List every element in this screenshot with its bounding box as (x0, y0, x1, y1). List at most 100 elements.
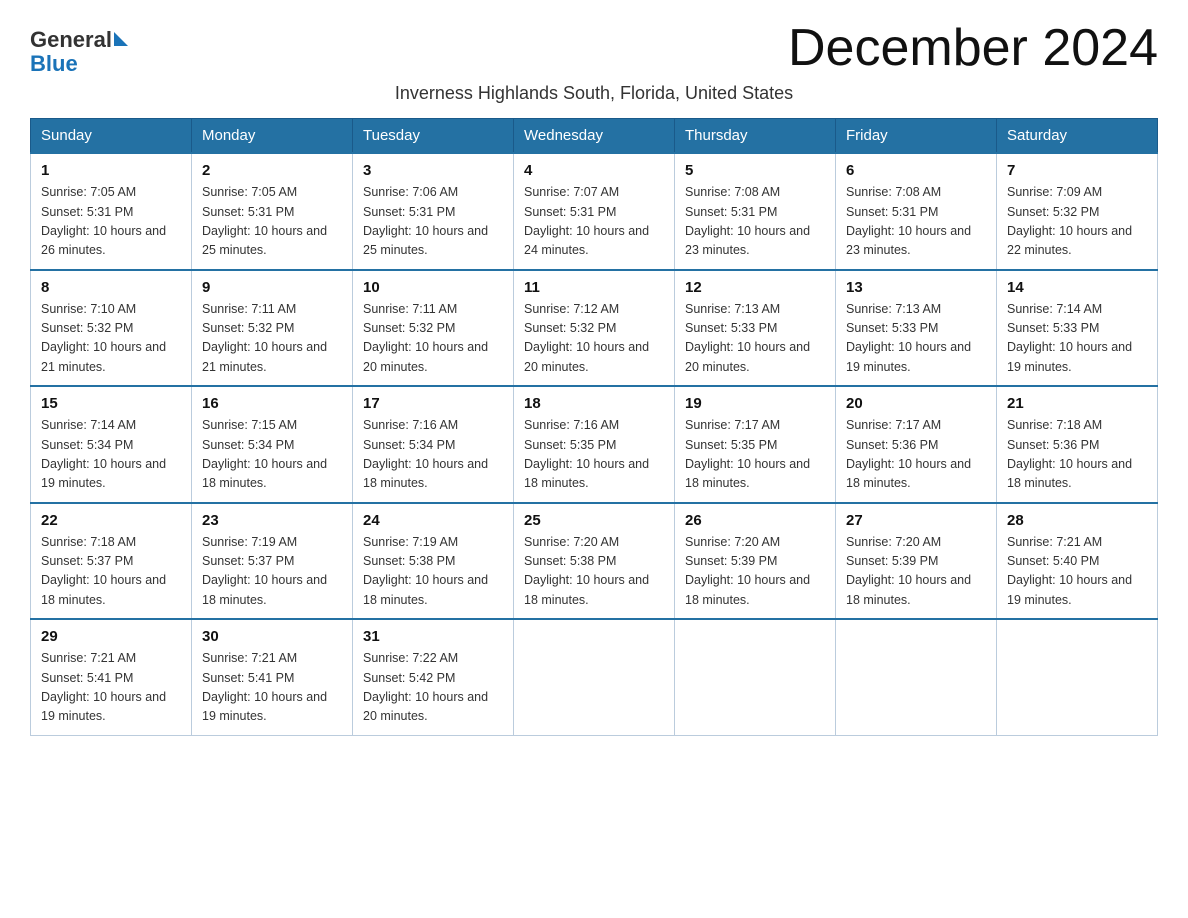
column-header-wednesday: Wednesday (514, 119, 675, 154)
day-info: Sunrise: 7:16 AMSunset: 5:34 PMDaylight:… (363, 416, 503, 494)
day-info: Sunrise: 7:19 AMSunset: 5:38 PMDaylight:… (363, 533, 503, 611)
day-info: Sunrise: 7:05 AMSunset: 5:31 PMDaylight:… (202, 183, 342, 261)
day-info: Sunrise: 7:08 AMSunset: 5:31 PMDaylight:… (685, 183, 825, 261)
day-number: 4 (524, 162, 664, 179)
day-number: 28 (1007, 512, 1147, 529)
calendar-cell: 29 Sunrise: 7:21 AMSunset: 5:41 PMDayligh… (31, 619, 192, 735)
day-info: Sunrise: 7:22 AMSunset: 5:42 PMDaylight:… (363, 649, 503, 727)
day-info: Sunrise: 7:16 AMSunset: 5:35 PMDaylight:… (524, 416, 664, 494)
day-info: Sunrise: 7:05 AMSunset: 5:31 PMDaylight:… (41, 183, 181, 261)
day-info: Sunrise: 7:10 AMSunset: 5:32 PMDaylight:… (41, 300, 181, 378)
calendar-cell: 23 Sunrise: 7:19 AMSunset: 5:37 PMDayligh… (192, 503, 353, 620)
logo-general-text: General (30, 28, 112, 52)
day-number: 30 (202, 628, 342, 645)
day-info: Sunrise: 7:14 AMSunset: 5:34 PMDaylight:… (41, 416, 181, 494)
week-row-3: 15 Sunrise: 7:14 AMSunset: 5:34 PMDayligh… (31, 386, 1158, 503)
day-info: Sunrise: 7:20 AMSunset: 5:39 PMDaylight:… (846, 533, 986, 611)
day-info: Sunrise: 7:06 AMSunset: 5:31 PMDaylight:… (363, 183, 503, 261)
day-number: 25 (524, 512, 664, 529)
day-info: Sunrise: 7:21 AMSunset: 5:40 PMDaylight:… (1007, 533, 1147, 611)
calendar-cell: 6 Sunrise: 7:08 AMSunset: 5:31 PMDaylight… (836, 153, 997, 270)
day-info: Sunrise: 7:08 AMSunset: 5:31 PMDaylight:… (846, 183, 986, 261)
day-number: 18 (524, 395, 664, 412)
week-row-2: 8 Sunrise: 7:10 AMSunset: 5:32 PMDaylight… (31, 270, 1158, 387)
calendar-cell: 10 Sunrise: 7:11 AMSunset: 5:32 PMDayligh… (353, 270, 514, 387)
calendar-header-row: SundayMondayTuesdayWednesdayThursdayFrid… (31, 119, 1158, 154)
calendar-cell (836, 619, 997, 735)
day-number: 6 (846, 162, 986, 179)
day-number: 15 (41, 395, 181, 412)
calendar-cell: 31 Sunrise: 7:22 AMSunset: 5:42 PMDayligh… (353, 619, 514, 735)
day-info: Sunrise: 7:18 AMSunset: 5:36 PMDaylight:… (1007, 416, 1147, 494)
week-row-4: 22 Sunrise: 7:18 AMSunset: 5:37 PMDayligh… (31, 503, 1158, 620)
day-number: 3 (363, 162, 503, 179)
day-number: 27 (846, 512, 986, 529)
day-info: Sunrise: 7:15 AMSunset: 5:34 PMDaylight:… (202, 416, 342, 494)
calendar-cell: 28 Sunrise: 7:21 AMSunset: 5:40 PMDayligh… (997, 503, 1158, 620)
logo-blue-text: Blue (30, 52, 128, 76)
day-info: Sunrise: 7:11 AMSunset: 5:32 PMDaylight:… (363, 300, 503, 378)
calendar-cell (514, 619, 675, 735)
calendar-cell (997, 619, 1158, 735)
calendar-cell: 25Sunrise: 7:20 AMSunset: 5:38 PMDayligh… (514, 503, 675, 620)
day-info: Sunrise: 7:13 AMSunset: 5:33 PMDaylight:… (846, 300, 986, 378)
calendar-cell: 4 Sunrise: 7:07 AMSunset: 5:31 PMDaylight… (514, 153, 675, 270)
day-info: Sunrise: 7:19 AMSunset: 5:37 PMDaylight:… (202, 533, 342, 611)
calendar-cell: 13 Sunrise: 7:13 AMSunset: 5:33 PMDayligh… (836, 270, 997, 387)
logo: General Blue (30, 28, 128, 76)
calendar-cell: 17 Sunrise: 7:16 AMSunset: 5:34 PMDayligh… (353, 386, 514, 503)
day-number: 17 (363, 395, 503, 412)
day-info: Sunrise: 7:21 AMSunset: 5:41 PMDaylight:… (41, 649, 181, 727)
calendar-cell: 20Sunrise: 7:17 AMSunset: 5:36 PMDayligh… (836, 386, 997, 503)
day-number: 11 (524, 279, 664, 296)
calendar-table: SundayMondayTuesdayWednesdayThursdayFrid… (30, 118, 1158, 736)
calendar-cell: 16 Sunrise: 7:15 AMSunset: 5:34 PMDayligh… (192, 386, 353, 503)
day-number: 5 (685, 162, 825, 179)
day-number: 21 (1007, 395, 1147, 412)
day-number: 8 (41, 279, 181, 296)
calendar-cell (675, 619, 836, 735)
day-number: 7 (1007, 162, 1147, 179)
calendar-cell: 30 Sunrise: 7:21 AMSunset: 5:41 PMDayligh… (192, 619, 353, 735)
calendar-cell: 21 Sunrise: 7:18 AMSunset: 5:36 PMDayligh… (997, 386, 1158, 503)
calendar-cell: 14 Sunrise: 7:14 AMSunset: 5:33 PMDayligh… (997, 270, 1158, 387)
day-number: 12 (685, 279, 825, 296)
day-info: Sunrise: 7:14 AMSunset: 5:33 PMDaylight:… (1007, 300, 1147, 378)
calendar-cell: 1 Sunrise: 7:05 AMSunset: 5:31 PMDaylight… (31, 153, 192, 270)
day-number: 31 (363, 628, 503, 645)
day-info: Sunrise: 7:12 AMSunset: 5:32 PMDaylight:… (524, 300, 664, 378)
day-number: 1 (41, 162, 181, 179)
day-info: Sunrise: 7:17 AMSunset: 5:35 PMDaylight:… (685, 416, 825, 494)
day-number: 23 (202, 512, 342, 529)
calendar-cell: 12 Sunrise: 7:13 AMSunset: 5:33 PMDayligh… (675, 270, 836, 387)
day-number: 20 (846, 395, 986, 412)
day-number: 10 (363, 279, 503, 296)
day-info: Sunrise: 7:09 AMSunset: 5:32 PMDaylight:… (1007, 183, 1147, 261)
day-number: 22 (41, 512, 181, 529)
day-number: 29 (41, 628, 181, 645)
day-info: Sunrise: 7:11 AMSunset: 5:32 PMDaylight:… (202, 300, 342, 378)
day-info: Sunrise: 7:13 AMSunset: 5:33 PMDaylight:… (685, 300, 825, 378)
day-info: Sunrise: 7:18 AMSunset: 5:37 PMDaylight:… (41, 533, 181, 611)
calendar-cell: 3 Sunrise: 7:06 AMSunset: 5:31 PMDaylight… (353, 153, 514, 270)
day-info: Sunrise: 7:21 AMSunset: 5:41 PMDaylight:… (202, 649, 342, 727)
day-number: 16 (202, 395, 342, 412)
day-info: Sunrise: 7:07 AMSunset: 5:31 PMDaylight:… (524, 183, 664, 261)
calendar-cell: 24 Sunrise: 7:19 AMSunset: 5:38 PMDayligh… (353, 503, 514, 620)
day-number: 14 (1007, 279, 1147, 296)
calendar-cell: 2Sunrise: 7:05 AMSunset: 5:31 PMDaylight… (192, 153, 353, 270)
page-subtitle: Inverness Highlands South, Florida, Unit… (30, 83, 1158, 104)
logo-triangle-icon (114, 32, 128, 46)
day-number: 13 (846, 279, 986, 296)
calendar-cell: 22 Sunrise: 7:18 AMSunset: 5:37 PMDayligh… (31, 503, 192, 620)
column-header-thursday: Thursday (675, 119, 836, 154)
calendar-cell: 15 Sunrise: 7:14 AMSunset: 5:34 PMDayligh… (31, 386, 192, 503)
calendar-cell: 8 Sunrise: 7:10 AMSunset: 5:32 PMDaylight… (31, 270, 192, 387)
calendar-cell: 11 Sunrise: 7:12 AMSunset: 5:32 PMDayligh… (514, 270, 675, 387)
calendar-cell: 9 Sunrise: 7:11 AMSunset: 5:32 PMDaylight… (192, 270, 353, 387)
day-number: 24 (363, 512, 503, 529)
calendar-cell: 7 Sunrise: 7:09 AMSunset: 5:32 PMDaylight… (997, 153, 1158, 270)
day-number: 9 (202, 279, 342, 296)
day-info: Sunrise: 7:20 AMSunset: 5:39 PMDaylight:… (685, 533, 825, 611)
calendar-cell: 27 Sunrise: 7:20 AMSunset: 5:39 PMDayligh… (836, 503, 997, 620)
